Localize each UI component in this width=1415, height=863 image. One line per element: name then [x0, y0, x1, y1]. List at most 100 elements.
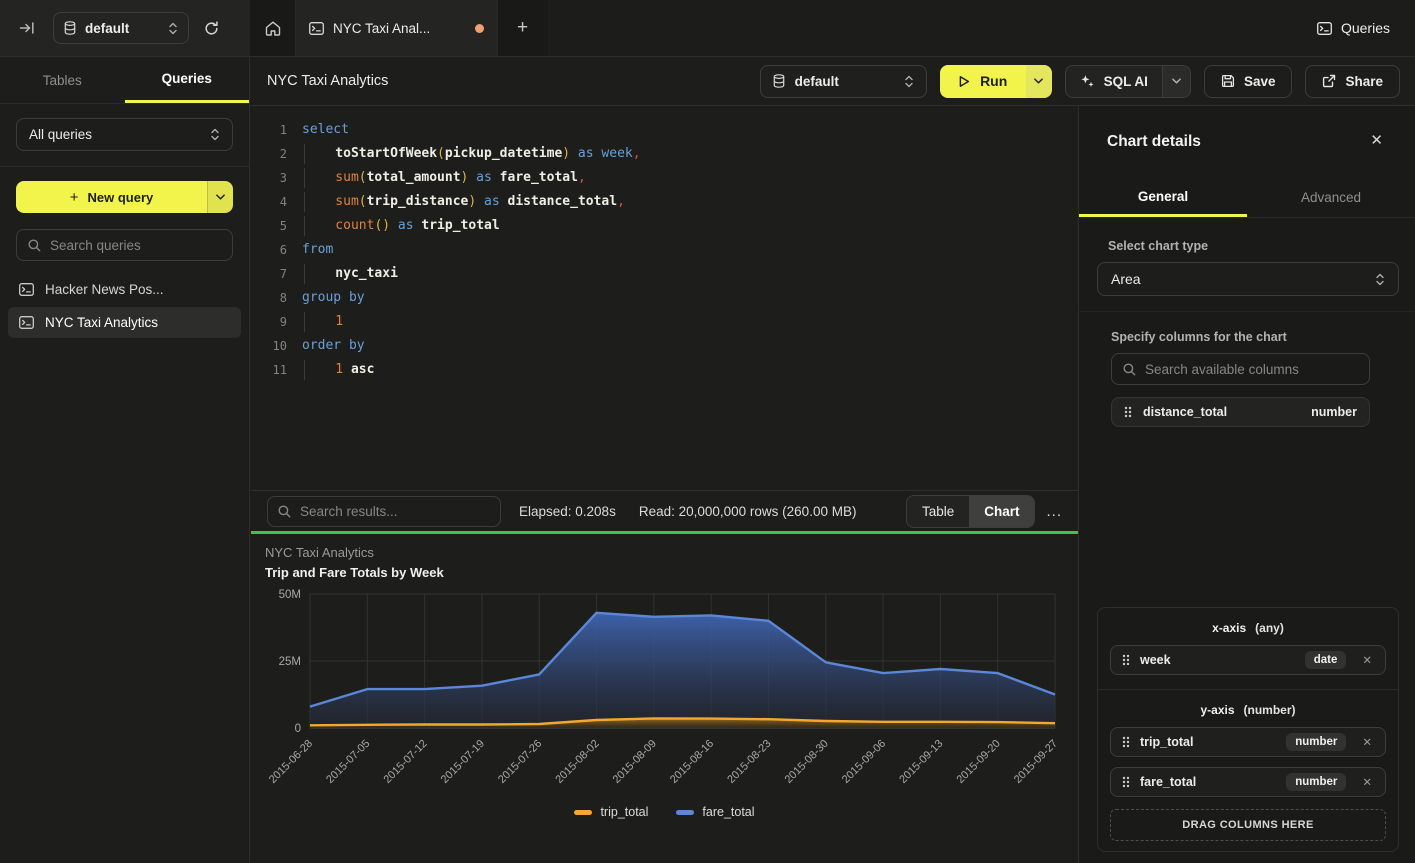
queries-button[interactable]: Queries	[1317, 0, 1390, 56]
chevron-updown-icon	[1375, 273, 1385, 286]
drag-handle-icon	[1122, 736, 1130, 748]
legend-label: fare_total	[702, 805, 754, 819]
tab-advanced[interactable]: Advanced	[1247, 178, 1415, 217]
line-number: 6	[261, 238, 287, 262]
legend-item[interactable]: fare_total	[676, 805, 754, 819]
drag-handle-icon	[1122, 776, 1130, 788]
available-columns-list: distance_totalnumber	[1111, 397, 1370, 435]
indent-guide	[304, 216, 335, 236]
share-button[interactable]: Share	[1305, 65, 1400, 98]
remove-column-icon[interactable]: ✕	[1360, 733, 1374, 751]
view-toggle-table[interactable]: Table	[907, 496, 969, 527]
save-button-label: Save	[1244, 74, 1276, 89]
run-options-dropdown[interactable]	[1026, 65, 1052, 98]
run-button-label: Run	[980, 73, 1007, 89]
axis-column-card[interactable]: week date ✕	[1110, 645, 1386, 675]
refresh-icon[interactable]	[204, 21, 219, 36]
code-text: 1	[302, 310, 343, 334]
results-toolbar: Elapsed: 0.208s Read: 20,000,000 rows (2…	[251, 490, 1078, 531]
code-line: 10 order by	[261, 334, 1078, 358]
code-text: from	[302, 238, 333, 262]
axis-configuration: x-axis (any) weekdate✕ y-axis (number) t…	[1097, 607, 1399, 852]
sidebar-tabs: Tables Queries	[0, 57, 249, 104]
tab-queries[interactable]: Queries	[125, 57, 250, 103]
tab-general[interactable]: General	[1079, 178, 1247, 217]
search-icon	[1123, 363, 1136, 376]
drag-columns-drop-zone[interactable]: DRAG COLUMNS HERE	[1110, 809, 1386, 841]
collapse-sidebar-icon[interactable]	[19, 21, 35, 35]
y-axis-label: y-axis	[1200, 703, 1234, 717]
search-queries-input[interactable]	[50, 238, 221, 253]
axis-column-card[interactable]: trip_totalnumber✕	[1110, 727, 1386, 757]
line-number: 4	[261, 190, 287, 214]
column-type-badge: date	[1305, 651, 1347, 669]
code-text: order by	[302, 334, 365, 358]
code-line: 111 asc	[261, 358, 1078, 382]
database-icon	[773, 74, 785, 88]
code-line: 91	[261, 310, 1078, 334]
sparkle-icon	[1080, 74, 1095, 89]
svg-text:2015-08-16: 2015-08-16	[668, 738, 716, 786]
chart-type-select[interactable]: Area	[1097, 262, 1399, 296]
sql-editor[interactable]: 1select2toStartOfWeek(pickup_datetime) a…	[251, 106, 1078, 490]
svg-text:2015-07-05: 2015-07-05	[324, 738, 372, 786]
y-axis-cards: trip_totalnumber✕ fare_totalnumber✕	[1098, 727, 1398, 797]
available-column-card[interactable]: distance_totalnumber	[1111, 397, 1370, 427]
x-axis-cards: week date ✕	[1098, 645, 1398, 675]
tab-nyc-taxi-analytics[interactable]: NYC Taxi Anal...	[296, 0, 498, 56]
home-tab[interactable]	[250, 0, 296, 56]
legend-label: trip_total	[600, 805, 648, 819]
new-query-button[interactable]: + New query	[16, 181, 233, 213]
results-search	[267, 496, 501, 527]
run-button[interactable]: Run	[940, 65, 1026, 98]
axis-column-card[interactable]: fare_totalnumber✕	[1110, 767, 1386, 797]
search-icon	[278, 505, 291, 518]
line-number: 10	[261, 334, 287, 358]
line-number: 5	[261, 214, 287, 238]
chart-details-panel: Chart details ✕ General Advanced Select …	[1078, 106, 1415, 863]
query-list: Hacker News Pos...NYC Taxi Analytics	[0, 274, 249, 338]
chart-type-value: Area	[1111, 271, 1141, 287]
query-filter-select[interactable]: All queries	[16, 118, 233, 151]
run-database-selector[interactable]: default	[760, 65, 927, 98]
view-toggle-chart[interactable]: Chart	[969, 496, 1034, 527]
new-query-main[interactable]: + New query	[16, 181, 207, 213]
plus-icon: +	[517, 17, 528, 39]
chart-type-label: Select chart type	[1108, 239, 1208, 253]
view-toggle: Table Chart	[906, 495, 1036, 528]
save-button[interactable]: Save	[1204, 65, 1293, 98]
new-tab-button[interactable]: +	[498, 0, 547, 56]
sql-ai-button[interactable]: SQL AI	[1066, 66, 1162, 97]
sql-ai-dropdown[interactable]	[1162, 66, 1190, 97]
line-number: 9	[261, 310, 287, 334]
indent-guide	[304, 192, 335, 212]
sidebar-query-item[interactable]: Hacker News Pos...	[8, 274, 241, 305]
code-text: select	[302, 118, 349, 142]
svg-text:25M: 25M	[279, 656, 301, 668]
remove-column-icon[interactable]: ✕	[1360, 773, 1374, 791]
columns-search	[1111, 353, 1370, 385]
more-options-icon[interactable]: ...	[1046, 503, 1062, 520]
indent-guide	[304, 168, 335, 188]
column-name: distance_total	[1143, 405, 1227, 419]
close-icon[interactable]: ✕	[1370, 131, 1383, 149]
search-columns-input[interactable]	[1145, 362, 1358, 377]
search-results-input[interactable]	[300, 504, 490, 519]
legend-item[interactable]: trip_total	[574, 805, 648, 819]
svg-text:2015-08-09: 2015-08-09	[611, 738, 659, 786]
x-axis-hint: (any)	[1255, 621, 1284, 635]
line-number: 11	[261, 358, 287, 382]
code-line: 6 from	[261, 238, 1078, 262]
sql-ai-label: SQL AI	[1104, 74, 1148, 89]
legend-swatch	[676, 810, 694, 815]
tab-tables[interactable]: Tables	[0, 57, 125, 103]
chart-title: NYC Taxi Analytics	[265, 545, 374, 560]
database-selector[interactable]: default	[53, 12, 189, 44]
column-name: week	[1140, 653, 1171, 667]
remove-column-icon[interactable]: ✕	[1360, 651, 1374, 669]
column-name: fare_total	[1140, 775, 1196, 789]
run-database-value: default	[795, 74, 839, 89]
code-text: sum(trip_distance) as distance_total,	[302, 190, 625, 214]
new-query-dropdown[interactable]	[207, 181, 233, 213]
sidebar-query-item[interactable]: NYC Taxi Analytics	[8, 307, 241, 338]
